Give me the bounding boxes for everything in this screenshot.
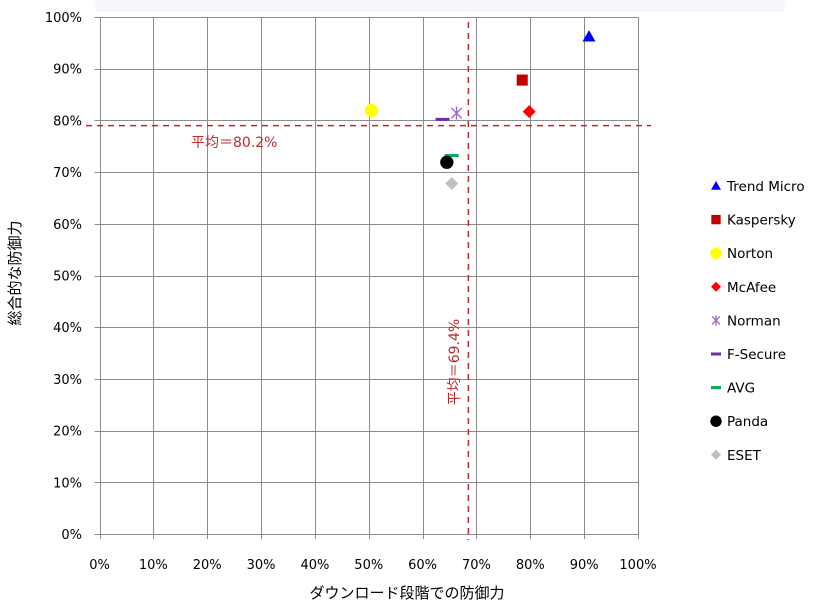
x-tick-label: 30% (247, 558, 276, 573)
legend-item-kaspersky: Kaspersky (711, 213, 796, 229)
legend-marker-norton (710, 247, 722, 259)
x-tick-label: 80% (516, 558, 545, 573)
legend-label: F-Secure (727, 347, 786, 363)
x-tick-label: 20% (193, 558, 222, 573)
point-panda (440, 155, 454, 169)
legend-marker-eset (711, 449, 721, 460)
y-tick-label: 70% (53, 166, 82, 181)
legend-marker-avg (711, 386, 721, 390)
legend-item-eset: ESET (711, 448, 762, 464)
x-axis-title: ダウンロード段階での防御力 (309, 584, 504, 602)
legend-item-panda: Panda (710, 414, 768, 430)
x-tick-label: 0% (89, 558, 110, 573)
y-tick-label: 0% (61, 528, 82, 543)
scatter-chart: 0% 10% 20% 30% 40% 50% 60% 70% 80% 90% 100% 0% 10% 2… (6, 11, 805, 602)
x-tick-label: 90% (570, 558, 599, 573)
legend-label: ESET (727, 448, 762, 464)
legend-marker-mcafee (711, 281, 721, 292)
y-tick-label: 90% (53, 63, 82, 78)
legend-label: AVG (727, 381, 755, 397)
point-eset (445, 176, 459, 190)
y-tick-label: 20% (53, 425, 82, 440)
y-tick-label: 100% (45, 11, 82, 26)
grid-lines (94, 17, 639, 539)
legend-label: Kaspersky (727, 213, 796, 229)
legend-item-f-secure: F-Secure (711, 347, 786, 363)
y-tick-label: 80% (53, 114, 82, 129)
x-tick-label: 50% (354, 558, 383, 573)
point-mcafee (522, 105, 536, 119)
legend-label: Norton (727, 246, 773, 262)
legend-marker-f-secure (711, 352, 721, 356)
y-axis-title: 総合的な防御力 (6, 220, 24, 325)
legend-label: Panda (727, 414, 768, 430)
x-tick-label: 70% (462, 558, 491, 573)
legend-marker-norman (711, 315, 721, 326)
legend-item-norton: Norton (710, 246, 773, 262)
point-norman (450, 106, 463, 120)
point-kaspersky (516, 74, 528, 86)
point-norton (364, 103, 379, 118)
y-tick-labels: 0% 10% 20% 30% 40% 50% 60% 70% 80% 90% 100% (45, 11, 82, 543)
y-tick-label: 40% (53, 321, 82, 336)
y-tick-label: 30% (53, 373, 82, 388)
vertical-average-label: 平均＝69.4% (447, 319, 463, 405)
legend-marker-trend-micro (711, 181, 721, 190)
y-tick-label: 50% (53, 270, 82, 285)
legend-label: Trend Micro (726, 179, 805, 195)
x-tick-label: 100% (619, 558, 656, 573)
x-tick-labels: 0% 10% 20% 30% 40% 50% 60% 70% 80% 90% 100% (89, 558, 656, 573)
legend-item-avg: AVG (711, 381, 755, 397)
x-tick-label: 40% (300, 558, 329, 573)
x-tick-label: 10% (139, 558, 168, 573)
legend-label: Norman (727, 313, 781, 329)
legend-item-norman: Norman (711, 313, 781, 329)
y-tick-label: 10% (53, 476, 82, 491)
y-tick-label: 60% (53, 218, 82, 233)
legend: Trend Micro Kaspersky Norton McAfee Norman F-… (710, 179, 805, 464)
legend-marker-panda (710, 415, 722, 427)
x-tick-label: 60% (408, 558, 437, 573)
legend-item-trend-micro: Trend Micro (711, 179, 805, 195)
reference-lines (86, 22, 651, 540)
legend-label: McAfee (727, 280, 776, 296)
data-points (364, 30, 596, 190)
legend-item-mcafee: McAfee (711, 280, 776, 296)
point-f-secure (435, 117, 450, 121)
legend-marker-kaspersky (711, 214, 721, 225)
horizontal-average-label: 平均＝80.2% (191, 135, 277, 151)
